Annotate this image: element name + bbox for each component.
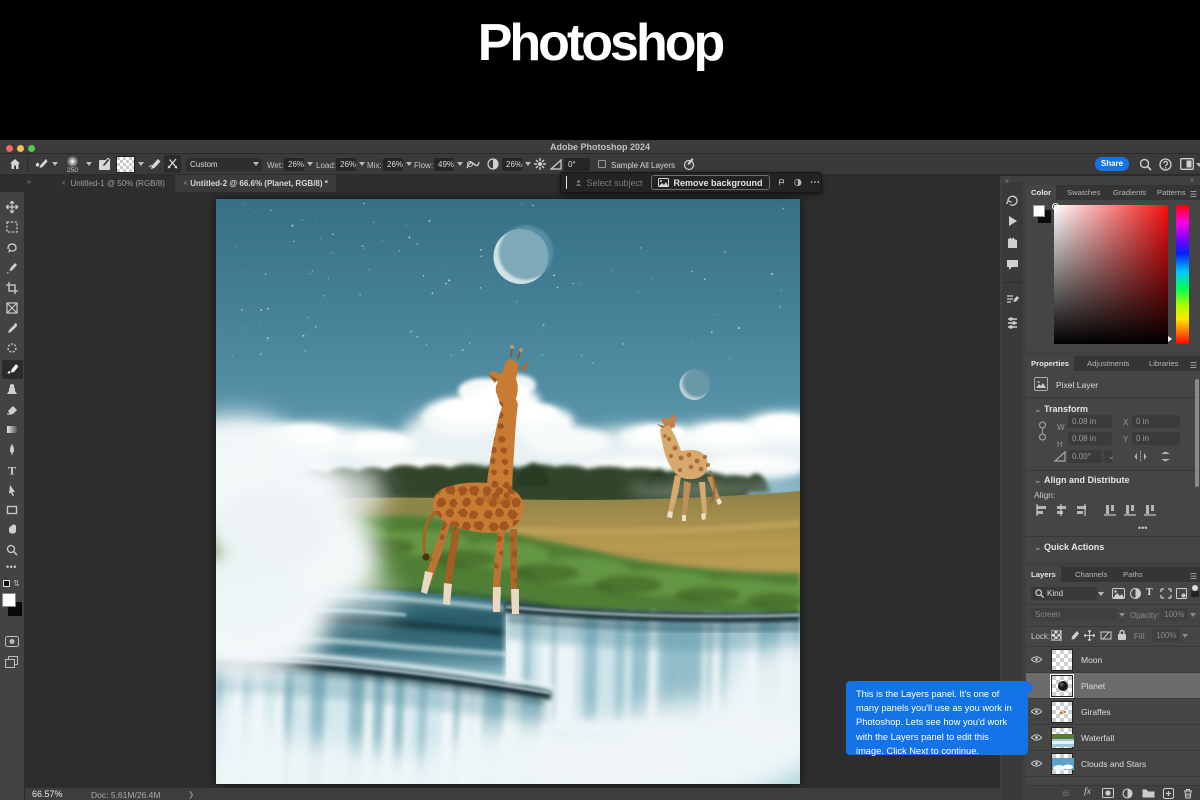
svg-text:T: T bbox=[8, 464, 16, 477]
